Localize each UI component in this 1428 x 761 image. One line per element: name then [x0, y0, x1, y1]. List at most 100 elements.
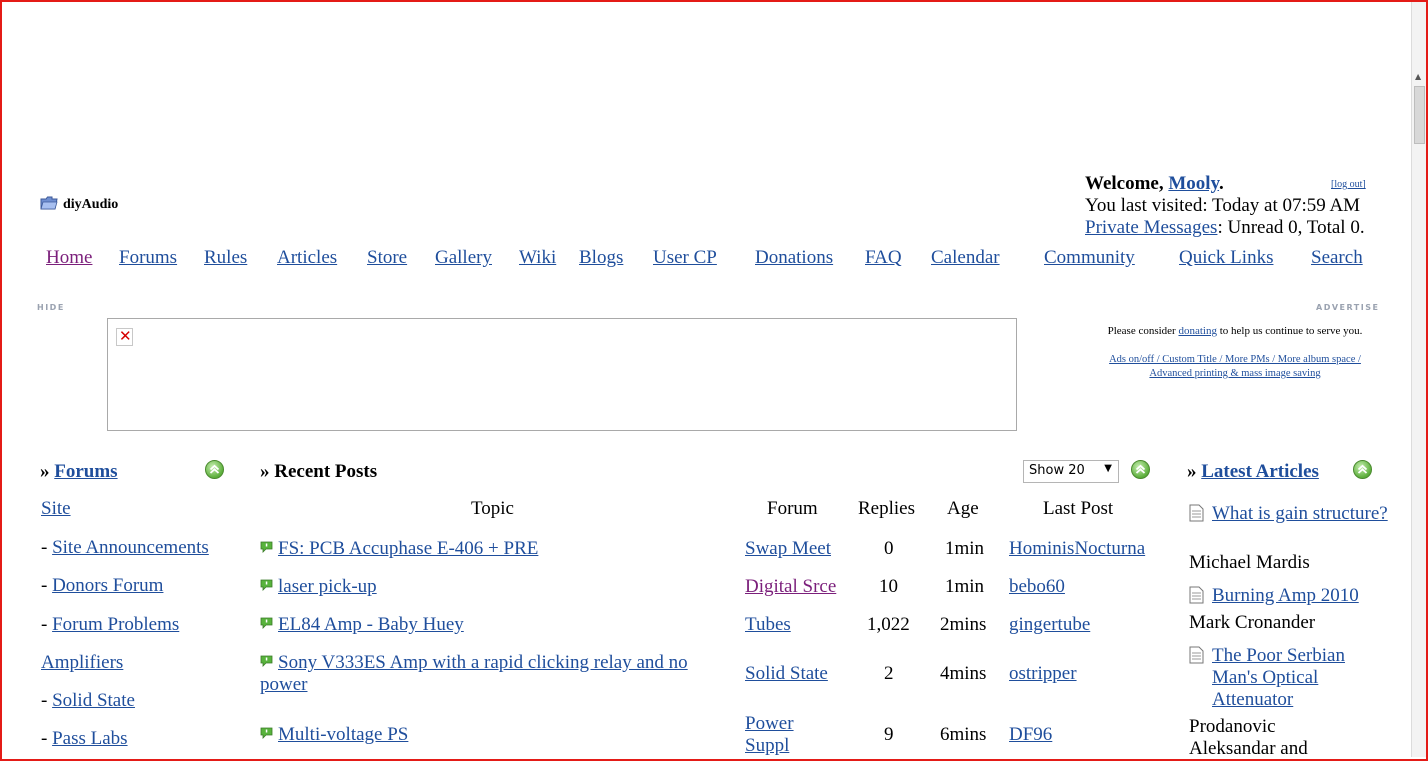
- forums-panel-title: » Forums: [40, 461, 118, 483]
- article-author: Michael Mardis: [1189, 552, 1310, 573]
- recent-posts-title: » Recent Posts: [260, 461, 377, 483]
- chevron-down-icon: ▼: [1104, 463, 1112, 474]
- article-author: Mark Cronander: [1189, 612, 1316, 633]
- forum-link-site-announcements[interactable]: Site Announcements: [52, 537, 209, 558]
- private-messages-link[interactable]: Private Messages: [1085, 217, 1217, 238]
- post-age: 4mins: [940, 663, 987, 684]
- forum-link[interactable]: Digital Srce: [745, 576, 836, 598]
- post-age: 1min: [945, 538, 985, 559]
- post-bubble-icon: [260, 541, 273, 553]
- ad-options-link-2[interactable]: Advanced printing & mass image saving: [1149, 368, 1320, 379]
- username-link[interactable]: Mooly: [1168, 173, 1219, 194]
- topic-link[interactable]: EL84 Amp - Baby Huey: [278, 614, 464, 635]
- post-age: 6mins: [940, 724, 987, 745]
- topic-link[interactable]: laser pick-up: [278, 576, 377, 597]
- forum-link[interactable]: Swap Meet: [745, 538, 831, 560]
- topic-link[interactable]: FS: PCB Accuphase E-406 + PRE: [278, 538, 538, 559]
- last-post-user-link[interactable]: HominisNocturna: [1009, 538, 1145, 560]
- nav-community[interactable]: Community: [1044, 247, 1135, 269]
- forum-link-solid-state[interactable]: Solid State: [52, 690, 135, 711]
- replies-count: 0: [884, 538, 894, 559]
- show-count-value: Show 20: [1029, 463, 1085, 478]
- topic-link[interactable]: Multi-voltage PS: [278, 724, 408, 745]
- nav-articles[interactable]: Articles: [277, 247, 337, 269]
- nav-rules[interactable]: Rules: [204, 247, 247, 269]
- scroll-up-arrow-icon[interactable]: ▲: [1415, 72, 1421, 81]
- nav-gallery[interactable]: Gallery: [435, 247, 492, 269]
- table-row: EL84 Amp - Baby Huey: [260, 614, 720, 636]
- article-link[interactable]: Burning Amp 2010: [1212, 585, 1392, 607]
- nav-donations[interactable]: Donations: [755, 247, 833, 269]
- article-link[interactable]: What is gain structure?: [1212, 503, 1392, 525]
- forum-link-amplifiers[interactable]: Amplifiers: [41, 652, 123, 673]
- replies-count: 9: [884, 724, 894, 745]
- table-row: laser pick-up: [260, 576, 720, 598]
- ad-options-link-1[interactable]: Ads on/off / Custom Title / More PMs / M…: [1109, 354, 1361, 365]
- forum-link-pass-labs[interactable]: Pass Labs: [52, 728, 127, 749]
- scrollbar-thumb[interactable]: [1414, 86, 1425, 144]
- last-post-user-link[interactable]: gingertube: [1009, 614, 1090, 636]
- column-header-forum: Forum: [767, 498, 818, 519]
- forum-link[interactable]: Tubes: [745, 614, 791, 636]
- nav-search[interactable]: Search: [1311, 247, 1363, 269]
- welcome-block: Welcome, Mooly. You last visited: Today …: [1085, 173, 1365, 239]
- collapse-latest-articles-icon[interactable]: [1353, 460, 1372, 479]
- nav-quick-links[interactable]: Quick Links: [1179, 247, 1273, 269]
- welcome-period: .: [1219, 173, 1224, 194]
- last-visited-text: You last visited: Today at 07:59 AM: [1085, 195, 1361, 216]
- last-post-user-link[interactable]: bebo60: [1009, 576, 1065, 598]
- nav-user-cp[interactable]: User CP: [653, 247, 717, 269]
- hide-ads-link[interactable]: HIDE: [37, 303, 65, 312]
- forum-item: - Site Announcements: [41, 537, 209, 558]
- column-header-age: Age: [947, 498, 979, 519]
- document-icon: [1189, 586, 1204, 604]
- recent-posts-title-text: Recent Posts: [274, 461, 378, 482]
- folder-icon: [40, 196, 58, 210]
- latest-articles-title: » Latest Articles: [1187, 461, 1319, 483]
- site-logo[interactable]: diyAudio: [40, 196, 118, 213]
- nav-faq[interactable]: FAQ: [865, 247, 902, 269]
- replies-count: 2: [884, 663, 894, 684]
- ad-options-links: Ads on/off / Custom Title / More PMs / M…: [1085, 353, 1385, 381]
- donate-message: Please consider donating to help us cont…: [1085, 325, 1385, 337]
- donating-link[interactable]: donating: [1178, 325, 1217, 337]
- show-count-select[interactable]: Show 20 ▼: [1023, 460, 1119, 483]
- nav-forums[interactable]: Forums: [119, 247, 177, 269]
- forum-link[interactable]: Power Suppl: [745, 713, 815, 757]
- article-link[interactable]: The Poor Serbian Man's Optical Attenuato…: [1212, 645, 1362, 711]
- nav-wiki[interactable]: Wiki: [519, 247, 556, 269]
- nav-store[interactable]: Store: [367, 247, 407, 269]
- forum-item: - Solid State: [41, 690, 135, 711]
- topic-link[interactable]: Sony V333ES Amp with a rapid clicking re…: [260, 652, 688, 695]
- forum-link-donors-forum[interactable]: Donors Forum: [52, 575, 163, 596]
- replies-count: 10: [879, 576, 898, 597]
- forum-link-forum-problems[interactable]: Forum Problems: [52, 614, 179, 635]
- table-row: Sony V333ES Amp with a rapid clicking re…: [260, 652, 720, 696]
- advertise-link[interactable]: ADVERTISE: [1316, 303, 1379, 312]
- post-bubble-icon: [260, 579, 273, 591]
- ad-banner-box[interactable]: ✕: [107, 318, 1017, 431]
- broken-image-icon: ✕: [116, 327, 133, 346]
- forums-title-prefix: »: [40, 461, 55, 482]
- post-bubble-icon: [260, 727, 273, 739]
- replies-count: 1,022: [867, 614, 910, 635]
- last-post-user-link[interactable]: DF96: [1009, 724, 1052, 746]
- main-navigation: Home Forums Rules Articles Store Gallery…: [40, 247, 1380, 273]
- collapse-forums-icon[interactable]: [205, 460, 224, 479]
- welcome-greeting: Welcome,: [1085, 173, 1169, 194]
- forum-link-site[interactable]: Site: [41, 498, 71, 519]
- forum-item: - Forum Problems: [41, 614, 180, 635]
- nav-home[interactable]: Home: [46, 247, 92, 269]
- vertical-scrollbar[interactable]: ▲: [1411, 2, 1426, 757]
- last-post-user-link[interactable]: ostripper: [1009, 663, 1077, 685]
- logout-link[interactable]: [log out]: [1331, 179, 1366, 190]
- column-header-replies: Replies: [858, 498, 915, 519]
- nav-blogs[interactable]: Blogs: [579, 247, 623, 269]
- collapse-recent-posts-icon[interactable]: [1131, 460, 1150, 479]
- forums-title-link[interactable]: Forums: [54, 461, 117, 482]
- latest-articles-title-link[interactable]: Latest Articles: [1201, 461, 1319, 482]
- forum-link[interactable]: Solid State: [745, 663, 828, 685]
- nav-calendar[interactable]: Calendar: [931, 247, 1000, 269]
- pm-status-text: : Unread 0, Total 0.: [1217, 217, 1365, 238]
- recent-posts-prefix: »: [260, 461, 275, 482]
